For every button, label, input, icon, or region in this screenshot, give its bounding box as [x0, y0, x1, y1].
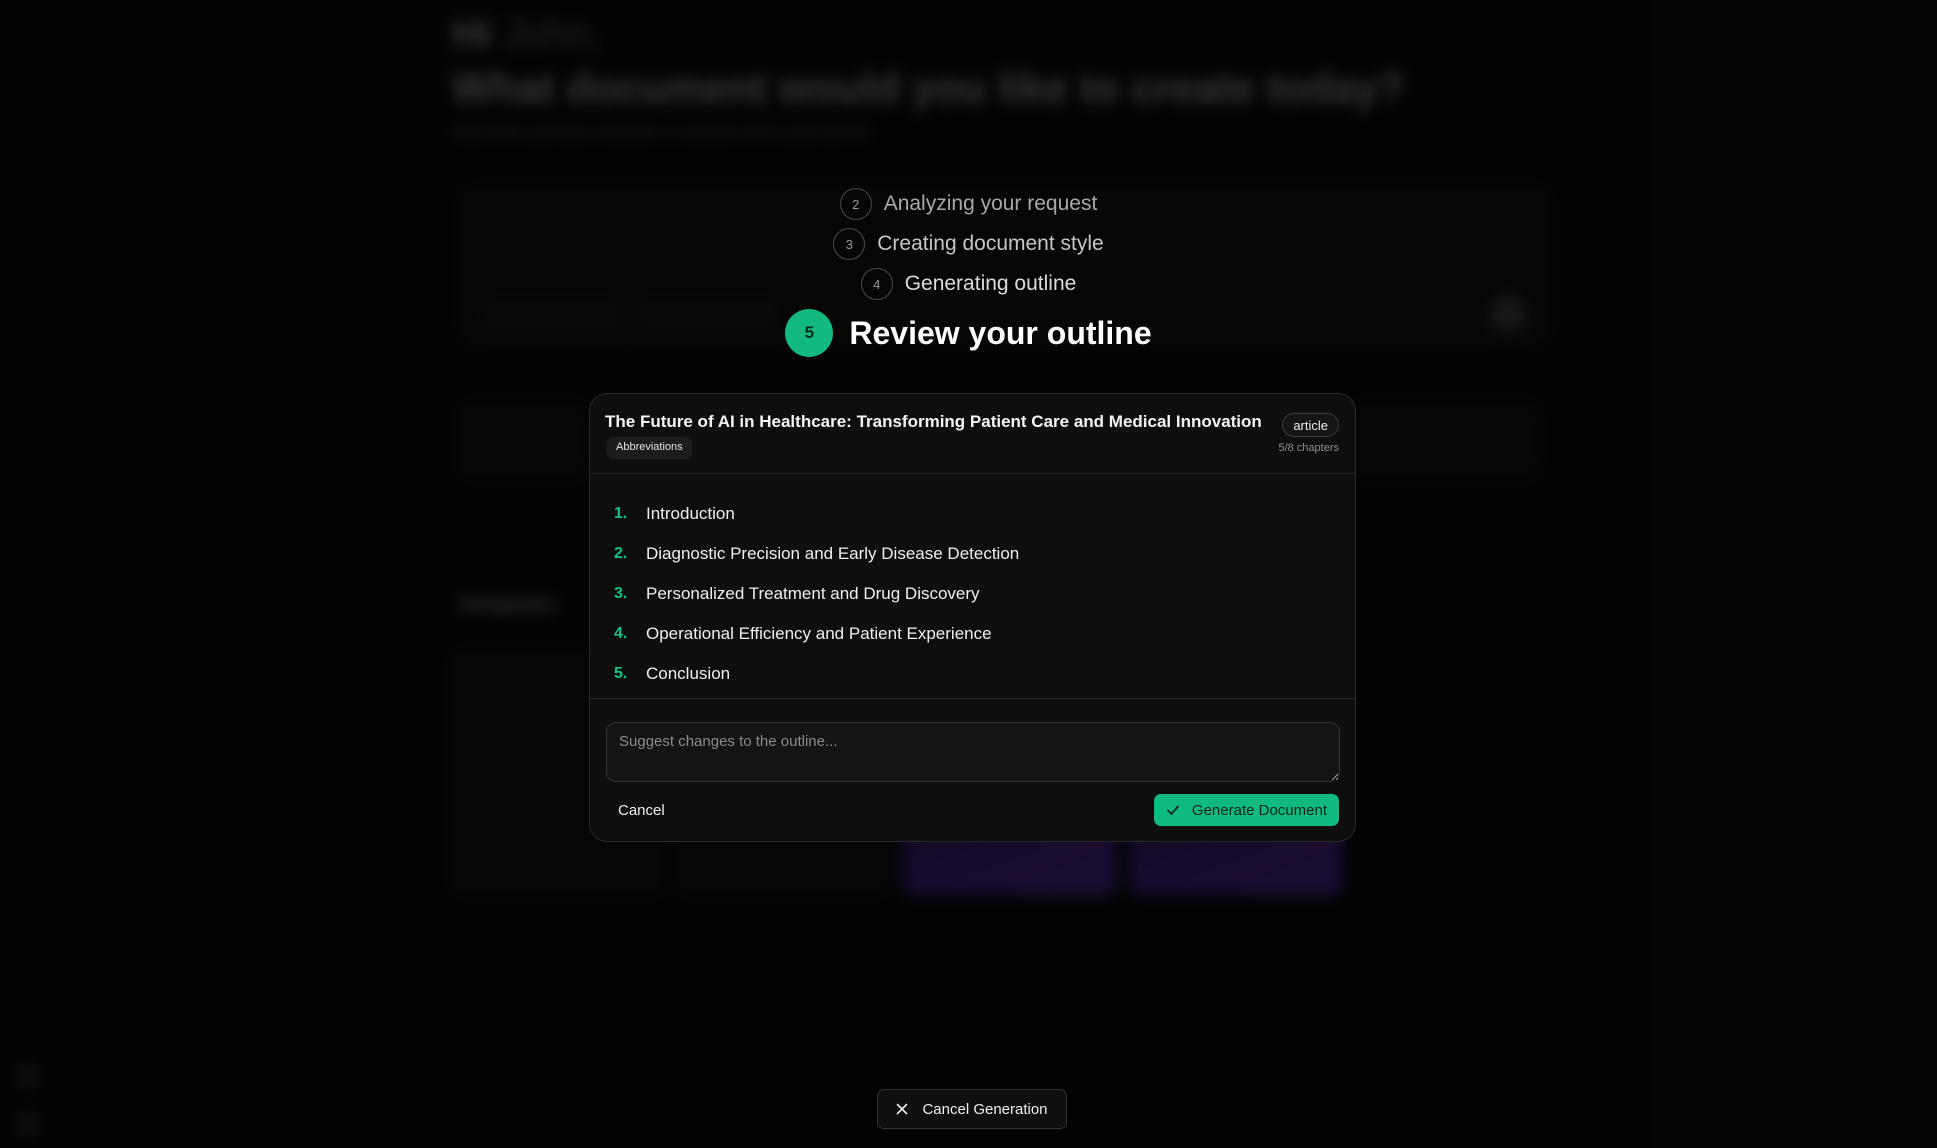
step-number: 2: [839, 188, 872, 220]
step-generating-outline: 4 Generating outline: [0, 268, 1937, 300]
outline-item-title: Diagnostic Precision and Early Disease D…: [646, 544, 1020, 563]
outline-item[interactable]: 4. Operational Efficiency and Patient Ex…: [590, 614, 1355, 654]
outline-header: The Future of AI in Healthcare: Transfor…: [590, 394, 1355, 474]
abbreviations-chip[interactable]: Abbreviations: [607, 437, 692, 459]
outline-item[interactable]: 3. Personalized Treatment and Drug Disco…: [590, 574, 1355, 614]
outline-item-index: 3.: [614, 585, 628, 602]
cancel-generation-label: Cancel Generation: [922, 1100, 1048, 1118]
generate-document-label: Generate Document: [1191, 801, 1327, 819]
outline-item[interactable]: 1. Introduction: [590, 494, 1355, 534]
outline-list: 1. Introduction 2. Diagnostic Precision …: [590, 474, 1355, 699]
check-icon: [1166, 803, 1180, 817]
outline-item-title: Operational Efficiency and Patient Exper…: [646, 624, 992, 643]
step-number: 4: [860, 268, 893, 300]
outline-item[interactable]: 2. Diagnostic Precision and Early Diseas…: [590, 534, 1355, 574]
document-title: The Future of AI in Healthcare: Transfor…: [605, 412, 1262, 431]
outline-review-modal: The Future of AI in Healthcare: Transfor…: [589, 393, 1356, 842]
step-label: Generating outline: [904, 272, 1077, 295]
cancel-button[interactable]: Cancel: [606, 794, 677, 826]
outline-item-title: Personalized Treatment and Drug Discover…: [646, 584, 980, 603]
app-stage: Hi John, What document would you like to…: [0, 0, 1937, 1148]
step-analyzing: 2 Analyzing your request: [0, 188, 1937, 220]
outline-item-index: 5.: [614, 665, 628, 682]
outline-item[interactable]: 5. Conclusion: [590, 654, 1355, 694]
active-step-label: Review your outline: [849, 314, 1152, 351]
active-step-number: 5: [785, 309, 834, 357]
document-type-badge: article: [1282, 413, 1339, 437]
step-label: Creating document style: [877, 232, 1104, 255]
step-number: 3: [833, 228, 866, 260]
step-review-outline: 5 Review your outline: [0, 308, 1937, 358]
generate-document-button[interactable]: Generate Document: [1153, 794, 1339, 826]
outline-item-index: 2.: [614, 545, 628, 562]
chapter-count: 5/8 chapters: [1278, 442, 1339, 454]
outline-item-index: 1.: [614, 505, 628, 522]
cancel-generation-button[interactable]: Cancel Generation: [877, 1089, 1067, 1129]
step-label: Analyzing your request: [883, 192, 1098, 215]
close-icon: [896, 1103, 908, 1115]
outline-item-index: 4.: [614, 625, 628, 642]
step-creating-style: 3 Creating document style: [0, 228, 1937, 260]
outline-item-title: Introduction: [646, 504, 735, 523]
outline-item-title: Conclusion: [646, 664, 731, 683]
generation-steps: 2 Analyzing your request 3 Creating docu…: [0, 188, 1937, 366]
suggest-changes-input[interactable]: [606, 722, 1340, 782]
